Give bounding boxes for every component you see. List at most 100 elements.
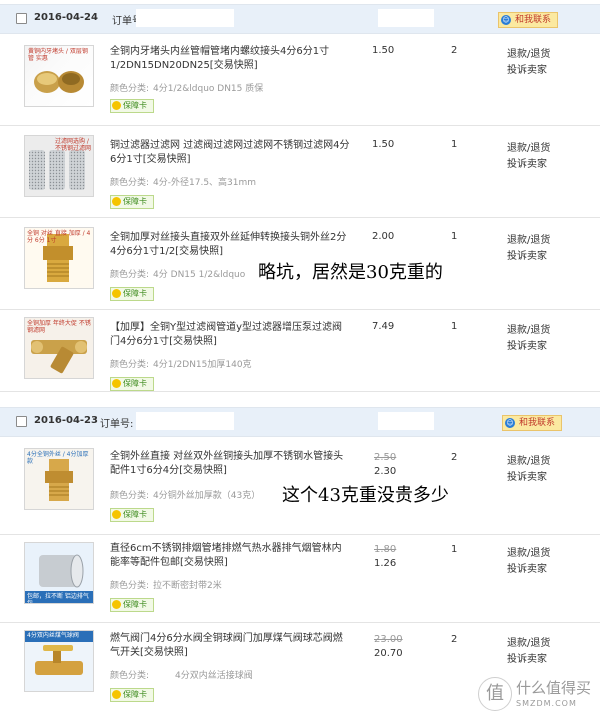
unit-price: 2.30 bbox=[374, 466, 397, 477]
warranty-badge[interactable]: 保障卡 bbox=[110, 598, 154, 612]
warranty-badge[interactable]: 保障卡 bbox=[110, 287, 154, 301]
complaint-link[interactable]: 投诉卖家 bbox=[507, 560, 547, 575]
product-title-link[interactable]: 【加厚】全铜Y型过滤阀管道y型过滤器增压泵过滤阀门4分6分1寸[交易快照] bbox=[110, 321, 350, 349]
quantity: 1 bbox=[451, 544, 458, 555]
order-checkbox[interactable] bbox=[16, 416, 27, 427]
annotation-text: 略坑，居然是30克重的 bbox=[258, 262, 443, 283]
warranty-badge-label: 保障卡 bbox=[123, 510, 147, 519]
order-block: 2016-04-23 订单号: ☺ 和我联系 4分全铜外丝 / 4分加厚款 全铜… bbox=[0, 407, 600, 717]
quantity: 1 bbox=[451, 231, 458, 242]
product-title-link[interactable]: 全铜内牙堵头内丝管帽管堵内螺纹接头4分6分1寸1/2DN15DN20DN25[交… bbox=[110, 45, 350, 73]
product-title-link[interactable]: 直径6cm不锈钢排烟管堵排燃气热水器排气烟管林内能率等配件包邮[交易快照] bbox=[110, 542, 350, 570]
order-header: 2016-04-24 订单号: ☺ 和我联系 bbox=[0, 4, 600, 34]
shield-icon bbox=[112, 379, 121, 388]
order-number-label: 订单号: bbox=[100, 419, 134, 430]
chat-icon: ☺ bbox=[501, 15, 511, 25]
sku-label: 颜色分类: bbox=[110, 360, 150, 370]
shield-icon bbox=[112, 690, 121, 699]
unit-price: 20.70 bbox=[374, 648, 403, 659]
product-thumbnail[interactable]: 黄铜内牙堵头 / 双层钢管 实惠 bbox=[24, 45, 94, 107]
warranty-badge-label: 保障卡 bbox=[123, 600, 147, 609]
quantity: 1 bbox=[451, 321, 458, 332]
product-thumbnail[interactable]: 全铜 对丝 直接 加厚 / 4分 6分 1寸 bbox=[24, 227, 94, 289]
warranty-badge[interactable]: 保障卡 bbox=[110, 688, 154, 702]
contact-seller-button[interactable]: ☺ 和我联系 bbox=[502, 415, 562, 431]
sku-value: 4分双内丝活接球阀 bbox=[175, 671, 253, 681]
refund-link[interactable]: 退款/退货 bbox=[507, 321, 550, 336]
refund-link[interactable]: 退款/退货 bbox=[507, 139, 550, 154]
thumbnail-caption: 黄铜内牙堵头 / 双层钢管 实惠 bbox=[28, 48, 88, 62]
sku-info: 颜色分类: 4分 DN15 1/2&ldquo bbox=[110, 267, 245, 280]
complaint-link[interactable]: 投诉卖家 bbox=[507, 61, 547, 76]
contact-seller-button[interactable]: ☺ 和我联系 bbox=[498, 12, 558, 28]
warranty-badge[interactable]: 保障卡 bbox=[110, 99, 154, 113]
warranty-badge[interactable]: 保障卡 bbox=[110, 195, 154, 209]
ball-valve-icon bbox=[25, 631, 93, 675]
shield-icon bbox=[112, 197, 121, 206]
product-title-link[interactable]: 全铜外丝直接 对丝双外丝铜接头加厚不锈钢水管接头配件1寸6分4分[交易快照] bbox=[110, 450, 350, 478]
refund-link[interactable]: 退款/退货 bbox=[507, 544, 550, 559]
order-item-row: 全铜加厚 年终大促 不锈钢滤网 【加厚】全铜Y型过滤阀管道y型过滤器增压泵过滤阀… bbox=[0, 309, 600, 392]
thumbnail-caption: 过滤网选购 / 不锈钢过滤网 bbox=[55, 138, 92, 152]
sku-info: 颜色分类: 4分1/2&ldquo DN15 质保 bbox=[110, 81, 263, 94]
product-thumbnail[interactable]: 4分双内丝煤气球阀 bbox=[24, 630, 94, 692]
warranty-badge-label: 保障卡 bbox=[123, 289, 147, 298]
product-thumbnail[interactable]: 全铜加厚 年终大促 不锈钢滤网 bbox=[24, 317, 94, 379]
watermark-title: 什么值得买 bbox=[516, 679, 592, 697]
product-thumbnail[interactable]: 包邮，拉不断 铝边排气包 bbox=[24, 542, 94, 604]
sku-value: 4分 DN15 1/2&ldquo bbox=[153, 270, 246, 280]
thumbnail-caption: 全铜 对丝 直接 加厚 / 4分 6分 1寸 bbox=[27, 230, 91, 244]
sku-label: 颜色分类: bbox=[110, 581, 150, 591]
unit-price: 1.26 bbox=[374, 558, 397, 569]
sku-label: 颜色分类: bbox=[110, 178, 150, 188]
shield-icon bbox=[112, 600, 121, 609]
sku-value: 4分1/2DN15加厚140克 bbox=[153, 360, 252, 370]
sku-value: 拉不断密封带2米 bbox=[153, 581, 222, 591]
sku-info: 颜色分类: 4分双内丝活接球阀 bbox=[110, 668, 253, 681]
warranty-badge-label: 保障卡 bbox=[123, 379, 147, 388]
product-thumbnail[interactable]: 4分全铜外丝 / 4分加厚款 bbox=[24, 448, 94, 510]
refund-link[interactable]: 退款/退货 bbox=[507, 45, 550, 60]
annotation-text: 这个43克重没贵多少 bbox=[282, 485, 449, 506]
warranty-badge[interactable]: 保障卡 bbox=[110, 508, 154, 522]
sku-info: 颜色分类: 4分-外径17.5、高31mm bbox=[110, 175, 256, 188]
complaint-link[interactable]: 投诉卖家 bbox=[507, 247, 547, 262]
unit-price: 1.50 bbox=[372, 139, 395, 150]
thumbnail-caption: 4分双内丝煤气球阀 bbox=[27, 632, 79, 639]
sku-label: 颜色分类: bbox=[110, 671, 150, 681]
original-price: 23.00 bbox=[374, 634, 403, 645]
quantity: 2 bbox=[451, 45, 458, 56]
order-block: 2016-04-24 订单号: ☺ 和我联系 黄铜内牙堵头 / 双层钢管 实惠 … bbox=[0, 4, 600, 392]
order-number-redacted bbox=[136, 9, 234, 27]
sku-info: 颜色分类: 4分铜外丝加厚款（43克） bbox=[110, 488, 260, 501]
order-header: 2016-04-23 订单号: ☺ 和我联系 bbox=[0, 407, 600, 437]
quantity: 2 bbox=[451, 634, 458, 645]
product-title-link[interactable]: 全铜加厚对丝接头直接双外丝延伸转换接头铜外丝2分4分6分1寸1/2[交易快照] bbox=[110, 231, 350, 259]
refund-link[interactable]: 退款/退货 bbox=[507, 634, 550, 649]
contact-seller-label: 和我联系 bbox=[519, 418, 556, 428]
complaint-link[interactable]: 投诉卖家 bbox=[507, 468, 547, 483]
complaint-link[interactable]: 投诉卖家 bbox=[507, 337, 547, 352]
product-title-link[interactable]: 铜过滤器过滤网 过滤阀过滤网过滤网不锈钢过滤网4分6分1寸[交易快照] bbox=[110, 139, 350, 167]
order-checkbox[interactable] bbox=[16, 13, 27, 24]
sku-info: 颜色分类: 拉不断密封带2米 bbox=[110, 578, 222, 591]
quantity: 2 bbox=[451, 452, 458, 463]
sku-value: 4分1/2&ldquo DN15 质保 bbox=[153, 84, 264, 94]
contact-seller-label: 和我联系 bbox=[515, 15, 552, 25]
warranty-badge[interactable]: 保障卡 bbox=[110, 377, 154, 391]
order-number-redacted bbox=[136, 412, 234, 430]
unit-price: 7.49 bbox=[372, 321, 395, 332]
sku-info: 颜色分类: 4分1/2DN15加厚140克 bbox=[110, 357, 252, 370]
order-item-row: 过滤网选购 / 不锈钢过滤网 铜过滤器过滤网 过滤阀过滤网过滤网不锈钢过滤网4分… bbox=[0, 125, 600, 218]
original-price: 2.50 bbox=[374, 452, 397, 463]
sku-value: 4分-外径17.5、高31mm bbox=[153, 178, 257, 188]
complaint-link[interactable]: 投诉卖家 bbox=[507, 155, 547, 170]
chat-icon: ☺ bbox=[505, 418, 515, 428]
refund-link[interactable]: 退款/退货 bbox=[507, 231, 550, 246]
complaint-link[interactable]: 投诉卖家 bbox=[507, 650, 547, 665]
order-date: 2016-04-23 bbox=[34, 415, 98, 426]
product-title-link[interactable]: 燃气阀门4分6分水阀全铜球阀门加厚煤气阀球芯阀燃气开关[交易快照] bbox=[110, 632, 350, 660]
refund-link[interactable]: 退款/退货 bbox=[507, 452, 550, 467]
shield-icon bbox=[112, 101, 121, 110]
product-thumbnail[interactable]: 过滤网选购 / 不锈钢过滤网 bbox=[24, 135, 94, 197]
